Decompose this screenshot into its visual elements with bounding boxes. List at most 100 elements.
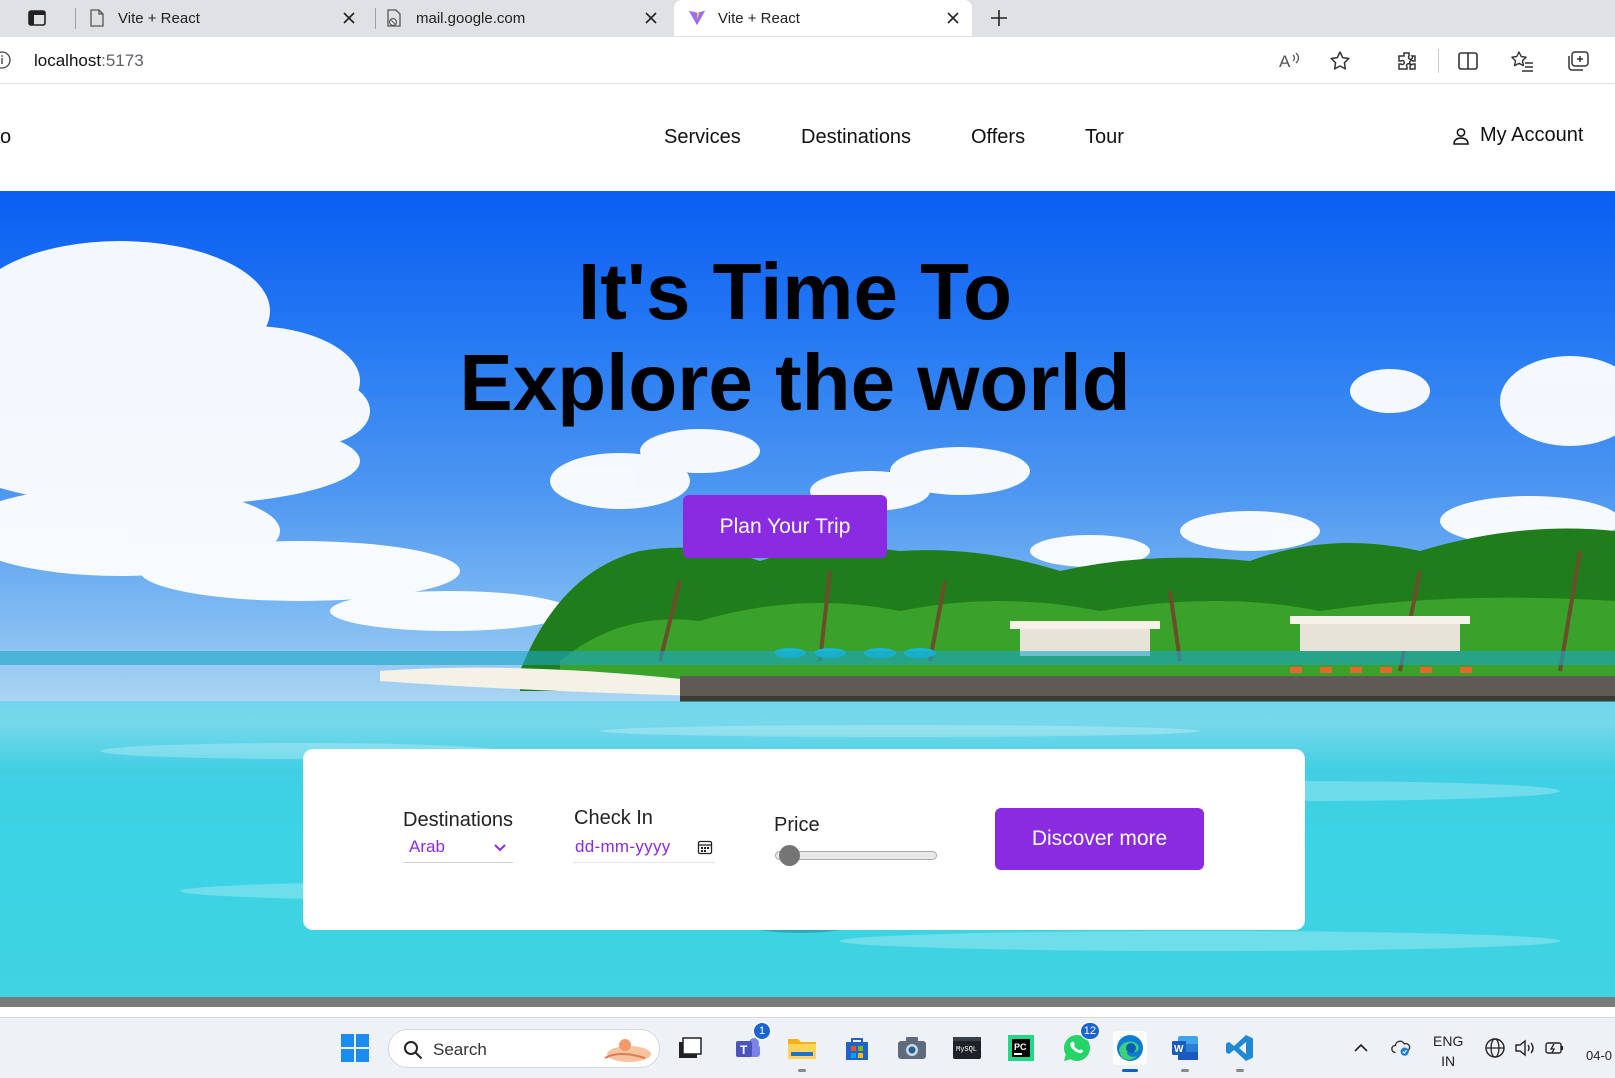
teams-app[interactable]: T 1 [731,1022,771,1065]
input-language-indicator[interactable]: ENG IN [1433,1031,1463,1071]
svg-text:W: W [1174,1044,1184,1055]
read-aloud-icon[interactable]: A [1278,49,1302,73]
browser-tab-strip: Vite + React mail.google.com Vite + Reac… [0,0,1615,37]
windows-taskbar: Search T 1 MySQL PC 12 W ENG IN 04-0 [0,1017,1615,1078]
search-highlight-icon [604,1039,651,1062]
slider-thumb[interactable] [779,845,800,866]
tab-actions-icon[interactable] [24,6,50,30]
mysql-terminal-icon: MySQL [953,1037,981,1059]
page-icon [88,9,106,27]
file-explorer-app[interactable] [785,1031,819,1072]
pycharm-icon: PC [1008,1035,1034,1061]
svg-text:A: A [1279,52,1291,71]
svg-text:MySQL: MySQL [956,1046,977,1054]
running-indicator [1236,1069,1244,1072]
mysql-app[interactable]: MySQL [950,1031,984,1065]
new-tab-button[interactable] [985,6,1013,30]
calendar-icon[interactable] [697,839,713,855]
teams-notification-badge: 1 [753,1022,771,1040]
chevron-down-icon [494,844,506,852]
hero-title-line-2: Explore the world [459,338,1131,427]
task-view-icon [679,1037,702,1058]
edge-icon [1117,1035,1143,1061]
network-globe-icon[interactable] [1484,1037,1506,1059]
vite-logo-icon [688,9,706,27]
favorite-star-icon[interactable] [1328,49,1352,73]
destinations-select[interactable]: Arab [403,833,513,863]
running-indicator [798,1069,806,1072]
plan-your-trip-button[interactable]: Plan Your Trip [683,495,887,558]
word-icon: W [1172,1036,1198,1060]
tab-title: Vite + React [118,9,200,27]
address-bar[interactable] [0,42,1371,78]
camera-app[interactable] [895,1031,929,1065]
volume-icon[interactable] [1514,1037,1536,1059]
site-header: o Services Destinations Offers Tour My A… [0,84,1615,191]
chevron-up-icon[interactable] [1350,1037,1372,1059]
vscode-app[interactable] [1223,1031,1257,1072]
discover-more-button[interactable]: Discover more [995,808,1204,870]
site-info-icon[interactable] [0,51,16,69]
url-host: localhost [34,51,102,70]
search-card: Destinations Arab Check In dd-mm-yyyy Pr… [303,749,1305,930]
horizontal-scrollbar[interactable] [0,997,1615,1007]
blocked-page-icon [386,9,404,27]
svg-text:PC: PC [1014,1042,1027,1052]
whatsapp-app[interactable]: 12 [1060,1022,1100,1065]
site-logo[interactable]: o [0,126,11,149]
hero-title-line-1: It's Time To [578,247,1012,336]
pycharm-app[interactable]: PC [1004,1031,1038,1065]
svg-text:T: T [740,1043,748,1057]
url-port: :5173 [101,51,144,70]
check-in-date-input[interactable]: dd-mm-yyyy [573,833,715,863]
start-button[interactable] [338,1031,372,1065]
tab-title: mail.google.com [416,9,526,27]
onedrive-sync-icon[interactable] [1390,1037,1412,1059]
taskbar-search-box[interactable]: Search [388,1029,660,1068]
url-text[interactable]: localhost:5173 [34,51,144,71]
toolbar-separator [1438,49,1439,73]
tab-vite-react-active[interactable]: Vite + React [674,0,972,36]
tab-separator [375,8,376,29]
browser-toolbar [0,37,1615,84]
word-app[interactable]: W [1168,1031,1202,1072]
close-icon[interactable] [340,9,358,27]
destination-value: Arab [409,837,445,856]
lang-line-1: ENG [1433,1033,1464,1049]
date-placeholder: dd-mm-yyyy [575,837,671,856]
camera-icon [898,1037,926,1059]
price-label: Price [774,814,820,836]
folder-icon [788,1039,816,1059]
price-slider[interactable] [775,845,937,866]
running-indicator [1181,1069,1189,1072]
task-view-button[interactable] [673,1031,707,1065]
my-account-link[interactable]: My Account [1452,124,1583,147]
battery-charging-icon[interactable] [1544,1037,1566,1059]
clock-date-fragment[interactable]: 04-0 [1586,1048,1612,1063]
store-icon [846,1038,868,1060]
whatsapp-notification-badge: 12 [1079,1022,1100,1040]
lang-line-2: IN [1441,1053,1456,1069]
nav-link-offers[interactable]: Offers [971,126,1025,149]
nav-link-tour[interactable]: Tour [1085,126,1124,149]
active-indicator [1122,1069,1138,1072]
vscode-icon [1226,1035,1253,1061]
account-label: My Account [1480,124,1584,146]
nav-link-services[interactable]: Services [664,126,741,149]
collections-icon[interactable] [1566,49,1590,73]
destinations-label: Destinations [403,809,514,831]
edge-browser-app[interactable] [1113,1031,1147,1072]
microsoft-store-app[interactable] [840,1031,874,1065]
favorites-list-icon[interactable] [1510,49,1534,73]
extensions-icon[interactable] [1395,49,1419,73]
nav-link-destinations[interactable]: Destinations [801,126,911,149]
tab-separator [75,8,76,29]
tab-vite-react-1[interactable]: Vite + React [88,0,368,36]
tab-title: Vite + React [718,9,800,27]
tab-mail-google[interactable]: mail.google.com [386,0,670,36]
search-text: Search [433,1040,487,1059]
close-icon[interactable] [642,9,660,27]
windows-logo-icon [341,1034,369,1062]
close-icon[interactable] [944,9,962,27]
split-screen-icon[interactable] [1456,49,1480,73]
